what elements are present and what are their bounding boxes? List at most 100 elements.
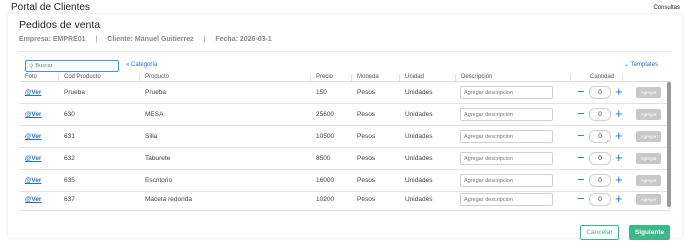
chevron-left-icon: « (126, 62, 130, 68)
agregar-button[interactable]: Agregar (636, 131, 661, 142)
cliente-label: Cliente: Manuel Guitierrez (107, 36, 194, 43)
cell-precio: 10200 (316, 196, 335, 203)
minus-icon[interactable]: − (577, 127, 585, 145)
agregar-button[interactable]: Agregar (636, 109, 661, 120)
cell-unidad: Unidades (405, 196, 433, 203)
table-row: @Ver Prueba Prueba 150 Pesos Unidades − … (19, 82, 669, 104)
templates-dropdown[interactable]: ⌄ Templates (624, 61, 658, 68)
cell-codigo: 635 (64, 177, 75, 184)
next-button[interactable]: Siguiente (629, 225, 670, 240)
cell-moneda: Pesos (357, 133, 376, 140)
cell-unidad: Unidades (405, 177, 433, 184)
order-info: Empresa: EMPRE01 | Cliente: Manuel Guiti… (19, 36, 272, 43)
header-unidad: Unidad (405, 74, 425, 80)
search-box[interactable]: ⚲ (25, 60, 119, 72)
quantity-input[interactable] (589, 174, 611, 187)
agregar-button[interactable]: Agregar (636, 175, 661, 186)
header-cod-producto: Cod Producto (64, 74, 101, 80)
agregar-button[interactable]: Agregar (636, 87, 661, 98)
ver-foto-link[interactable]: @Ver (25, 89, 41, 96)
column-divider (622, 74, 623, 81)
page-title: Pedidos de venta (19, 19, 101, 31)
column-divider (455, 74, 456, 81)
table-row: @Ver 632 Taburete 8500 Pesos Unidades − … (19, 148, 669, 170)
descripcion-input[interactable] (460, 86, 553, 99)
templates-label: Templates (630, 62, 658, 68)
cell-unidad: Unidades (405, 155, 433, 162)
ver-foto-link[interactable]: @Ver (25, 177, 41, 184)
quantity-input[interactable] (589, 152, 611, 165)
descripcion-input[interactable] (460, 174, 553, 187)
quantity-input[interactable] (589, 193, 611, 206)
header-divider (19, 51, 671, 52)
cell-moneda: Pesos (357, 196, 376, 203)
header-cantidad: Cantidad (590, 74, 615, 80)
ver-foto-link[interactable]: @Ver (25, 155, 41, 162)
cell-codigo: Prueba (64, 89, 85, 96)
cell-producto: Silla (145, 133, 158, 140)
column-divider (139, 74, 140, 81)
minus-icon[interactable]: − (577, 171, 585, 189)
cell-moneda: Pesos (357, 89, 376, 96)
cell-moneda: Pesos (357, 155, 376, 162)
app-title: Portal de Clientes (11, 2, 90, 13)
ver-foto-link[interactable]: @Ver (25, 196, 41, 203)
minus-icon[interactable]: − (577, 190, 585, 208)
minus-icon[interactable]: − (577, 149, 585, 167)
table-row: @Ver 637 Maceta redonda 10200 Pesos Unid… (19, 189, 669, 211)
cancel-button[interactable]: Cancelar (580, 225, 619, 240)
descripcion-input[interactable] (460, 193, 553, 206)
plus-icon[interactable]: + (615, 127, 623, 145)
search-input[interactable] (35, 63, 116, 69)
cell-unidad: Unidades (405, 89, 433, 96)
cell-producto: MESA (145, 111, 164, 118)
quantity-input[interactable] (589, 86, 611, 99)
cell-precio: 16000 (316, 177, 335, 184)
categoria-toggle[interactable]: « Categoría (126, 62, 157, 68)
plus-icon[interactable]: + (615, 190, 623, 208)
empresa-label: Empresa: EMPRE01 (19, 36, 86, 43)
table-scrollbar[interactable] (667, 82, 671, 212)
table-row: @Ver 630 MESA 25600 Pesos Unidades − + A… (19, 104, 669, 126)
cell-precio: 8500 (316, 155, 331, 162)
minus-icon[interactable]: − (577, 105, 585, 123)
cell-codigo: 637 (64, 196, 75, 203)
cell-producto: Maceta redonda (145, 196, 192, 203)
table-row: @Ver 631 Silla 10500 Pesos Unidades − + … (19, 126, 669, 148)
cell-codigo: 632 (64, 155, 75, 162)
quantity-input[interactable] (589, 108, 611, 121)
plus-icon[interactable]: + (615, 149, 623, 167)
descripcion-input[interactable] (460, 108, 553, 121)
consultas-link[interactable]: Consultas (653, 5, 680, 11)
top-bar: Portal de Clientes Consultas (0, 0, 690, 15)
cell-precio: 25600 (316, 111, 335, 118)
search-icon: ⚲ (29, 63, 34, 70)
cell-producto: Escritorio (145, 177, 173, 184)
agregar-button[interactable]: Agregar (636, 153, 661, 164)
cell-precio: 150 (316, 89, 327, 96)
scrollbar-thumb[interactable] (667, 82, 671, 207)
header-producto: Producto (145, 74, 170, 80)
column-divider (570, 74, 571, 81)
cell-unidad: Unidades (405, 111, 433, 118)
plus-icon[interactable]: + (615, 105, 623, 123)
descripcion-input[interactable] (460, 130, 553, 143)
cell-codigo: 631 (64, 133, 75, 140)
separator: | (95, 36, 98, 43)
descripcion-input[interactable] (460, 152, 553, 165)
column-divider (351, 74, 352, 81)
plus-icon[interactable]: + (615, 171, 623, 189)
agregar-button[interactable]: Agregar (636, 194, 661, 205)
cell-producto: Prueba (145, 89, 166, 96)
column-divider (310, 74, 311, 81)
plus-icon[interactable]: + (615, 83, 623, 101)
cell-moneda: Pesos (357, 111, 376, 118)
quantity-input[interactable] (589, 130, 611, 143)
minus-icon[interactable]: − (577, 83, 585, 101)
separator: | (203, 36, 206, 43)
cell-moneda: Pesos (357, 177, 376, 184)
cell-codigo: 630 (64, 111, 75, 118)
categoria-label: Categoría (131, 62, 158, 68)
ver-foto-link[interactable]: @Ver (25, 111, 41, 118)
ver-foto-link[interactable]: @Ver (25, 133, 41, 140)
